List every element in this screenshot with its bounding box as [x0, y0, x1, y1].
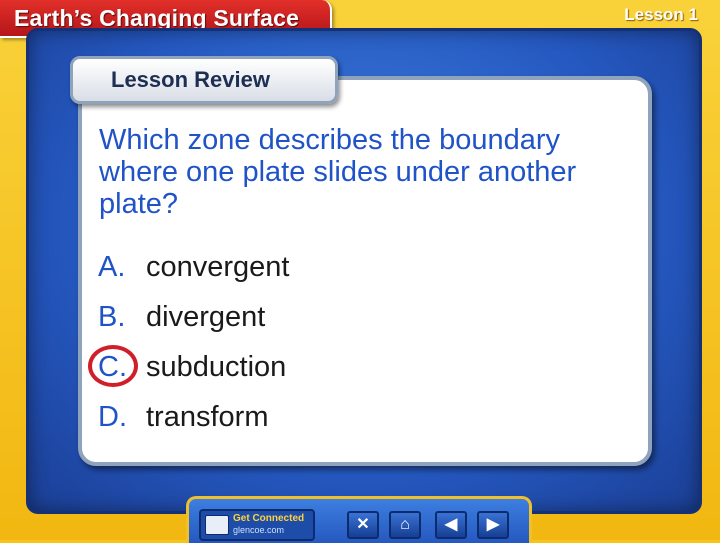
answer-letter: B. [98, 301, 126, 333]
previous-button[interactable]: ◀ [435, 511, 467, 539]
answer-option-b[interactable]: B. divergent [98, 300, 265, 334]
answer-option-c[interactable]: C. subduction [88, 345, 287, 387]
answer-text: convergent [146, 251, 290, 283]
answer-text: divergent [146, 301, 266, 333]
get-connected-url: glencoe.com [233, 525, 285, 535]
home-button[interactable]: ⌂ [389, 511, 421, 539]
lesson-label: Lesson 1 [624, 5, 698, 24]
previous-icon: ◀ [444, 516, 458, 533]
next-button[interactable]: ▶ [477, 511, 509, 539]
close-icon: ✕ [356, 516, 370, 533]
question-text: Which zone describes the boundary where … [99, 124, 577, 220]
lesson-review-label: Lesson Review [111, 67, 270, 92]
navigation-toolbar: Get Connected glencoe.com ✕ ⌂ ◀ ▶ [186, 496, 532, 543]
answer-letter: D. [98, 401, 127, 433]
answer-text: transform [146, 401, 269, 433]
next-icon: ▶ [486, 516, 500, 533]
answer-text: subduction [146, 351, 287, 383]
answer-option-d[interactable]: D. transform [98, 400, 268, 434]
lesson-review-tab: Lesson Review [70, 56, 338, 104]
get-connected-label: Get Connected [233, 513, 305, 524]
correct-answer-circle [88, 345, 138, 387]
computer-icon [205, 515, 229, 535]
home-icon: ⌂ [400, 516, 410, 533]
answer-letter: A. [98, 251, 126, 283]
answer-option-a[interactable]: A. convergent [98, 250, 290, 284]
get-connected-button[interactable]: Get Connected glencoe.com [199, 509, 315, 541]
close-button[interactable]: ✕ [347, 511, 379, 539]
